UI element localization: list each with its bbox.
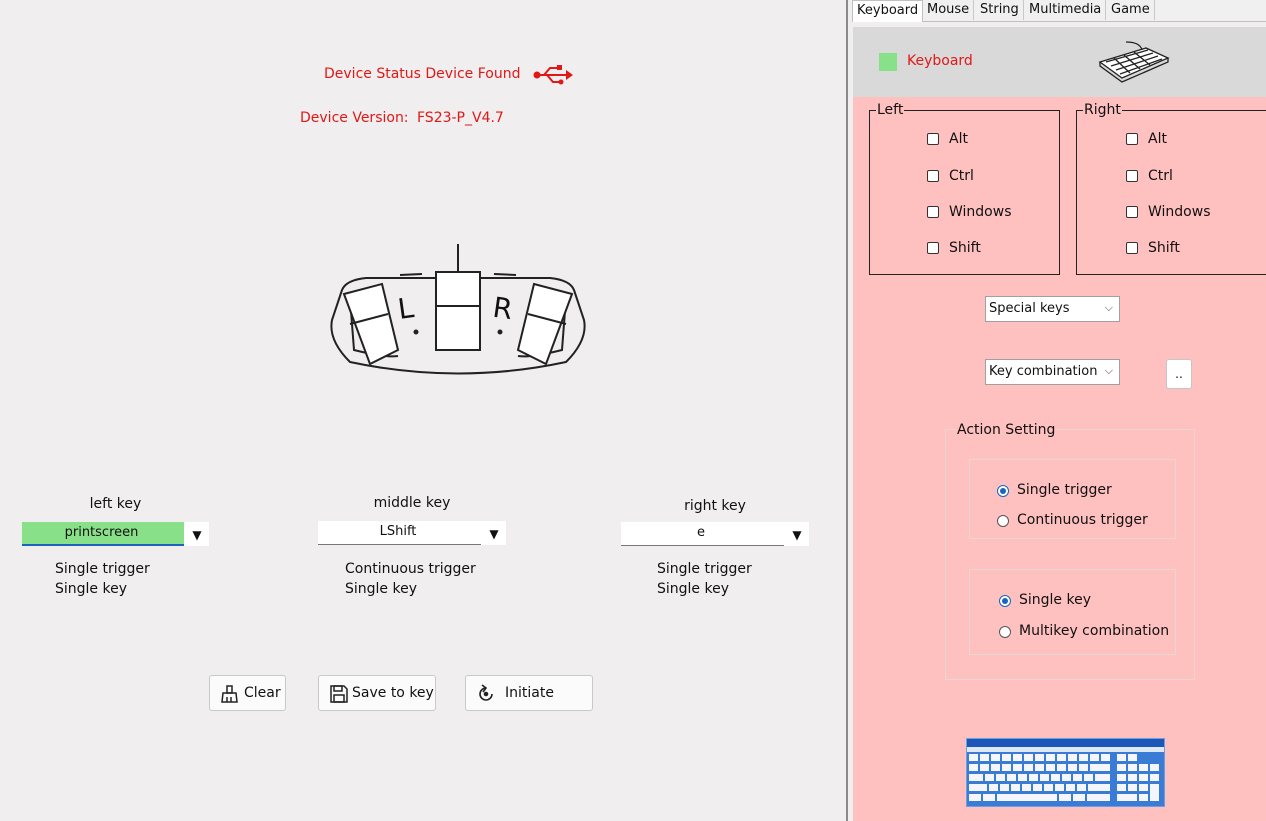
- tab-string[interactable]: String: [976, 0, 1024, 20]
- clear-button[interactable]: Clear: [209, 675, 286, 711]
- tab-multimedia[interactable]: Multimedia: [1025, 0, 1107, 20]
- left-key-title: left key: [89, 496, 142, 512]
- keyboard-status-indicator: [879, 53, 897, 71]
- right-key-select[interactable]: e ▼: [621, 522, 809, 546]
- keyboard-settings-panel: Left Alt Ctrl Windows Shift Right Alt Ct…: [853, 97, 1266, 821]
- special-keys-select[interactable]: Special keys ⌵: [985, 296, 1120, 322]
- panel-header-title: Keyboard: [907, 53, 973, 69]
- device-status-label: Device Status Device Found: [324, 66, 521, 82]
- left-key-mode: Single key: [55, 581, 127, 597]
- broom-icon: [220, 684, 240, 708]
- right-key-trigger: Single trigger: [657, 561, 752, 577]
- key-mode-group: Single key Multikey combination: [969, 569, 1176, 655]
- middle-key-mode: Single key: [345, 581, 417, 597]
- right-key-value: e: [697, 525, 705, 540]
- middle-key-select[interactable]: LShift ▼: [318, 521, 506, 545]
- left-key-trigger: Single trigger: [55, 561, 150, 577]
- middle-key-title: middle key: [373, 495, 451, 511]
- center-pedal-icon: [435, 271, 481, 351]
- tab-mouse[interactable]: Mouse: [923, 0, 975, 20]
- save-icon: [329, 684, 349, 708]
- initiate-button[interactable]: Initiate: [465, 675, 593, 711]
- right-modifier-group: Right Alt Ctrl Windows Shift: [1076, 102, 1266, 275]
- trigger-mode-group: Single trigger Continuous trigger: [969, 459, 1176, 539]
- middle-key-trigger: Continuous trigger: [345, 561, 476, 577]
- device-version-value: FS23-P_V4.7: [417, 110, 504, 126]
- middle-key-value: LShift: [379, 524, 417, 539]
- tab-keyboard[interactable]: Keyboard: [852, 0, 924, 22]
- right-group-title: Right: [1083, 102, 1122, 118]
- on-screen-keyboard-icon[interactable]: [966, 738, 1165, 807]
- chevron-down-icon: ⌵: [1104, 301, 1113, 314]
- left-pedal-icon: [342, 282, 400, 366]
- keyboard-icon: [1096, 40, 1172, 90]
- right-key-title: right key: [684, 498, 746, 514]
- chevron-down-icon[interactable]: ▼: [184, 522, 209, 546]
- pane-divider[interactable]: [846, 0, 848, 821]
- chevron-down-icon: ⌵: [1104, 364, 1113, 377]
- left-key-value: printscreen: [64, 525, 139, 540]
- right-key-mode: Single key: [657, 581, 729, 597]
- key-combination-select[interactable]: Key combination ⌵: [985, 359, 1120, 385]
- chevron-down-icon[interactable]: ▼: [784, 522, 809, 546]
- save-to-key-label: Save to key: [352, 685, 434, 701]
- left-modifier-group: Left Alt Ctrl Windows Shift: [869, 102, 1060, 275]
- tab-game[interactable]: Game: [1107, 0, 1155, 20]
- chevron-down-icon[interactable]: ▼: [481, 521, 506, 545]
- foot-pedal-illustration: L R: [326, 240, 590, 386]
- left-group-title: Left: [876, 102, 905, 118]
- device-version-label: Device Version:: [300, 110, 409, 126]
- left-key-select[interactable]: printscreen ▼: [22, 522, 209, 546]
- save-to-key-button[interactable]: Save to key: [318, 675, 436, 711]
- initiate-label: Initiate: [505, 685, 554, 701]
- right-pedal-icon: [516, 282, 574, 366]
- browse-keys-button[interactable]: ..: [1166, 359, 1192, 389]
- tab-bar: Keyboard Mouse String Multimedia Game: [852, 0, 1266, 22]
- action-setting-title: Action Setting: [956, 422, 1057, 438]
- refresh-icon: [476, 684, 496, 708]
- action-setting-group: Action Setting Single trigger Continuous…: [945, 422, 1195, 680]
- usb-icon: [532, 64, 574, 90]
- clear-label: Clear: [244, 685, 281, 701]
